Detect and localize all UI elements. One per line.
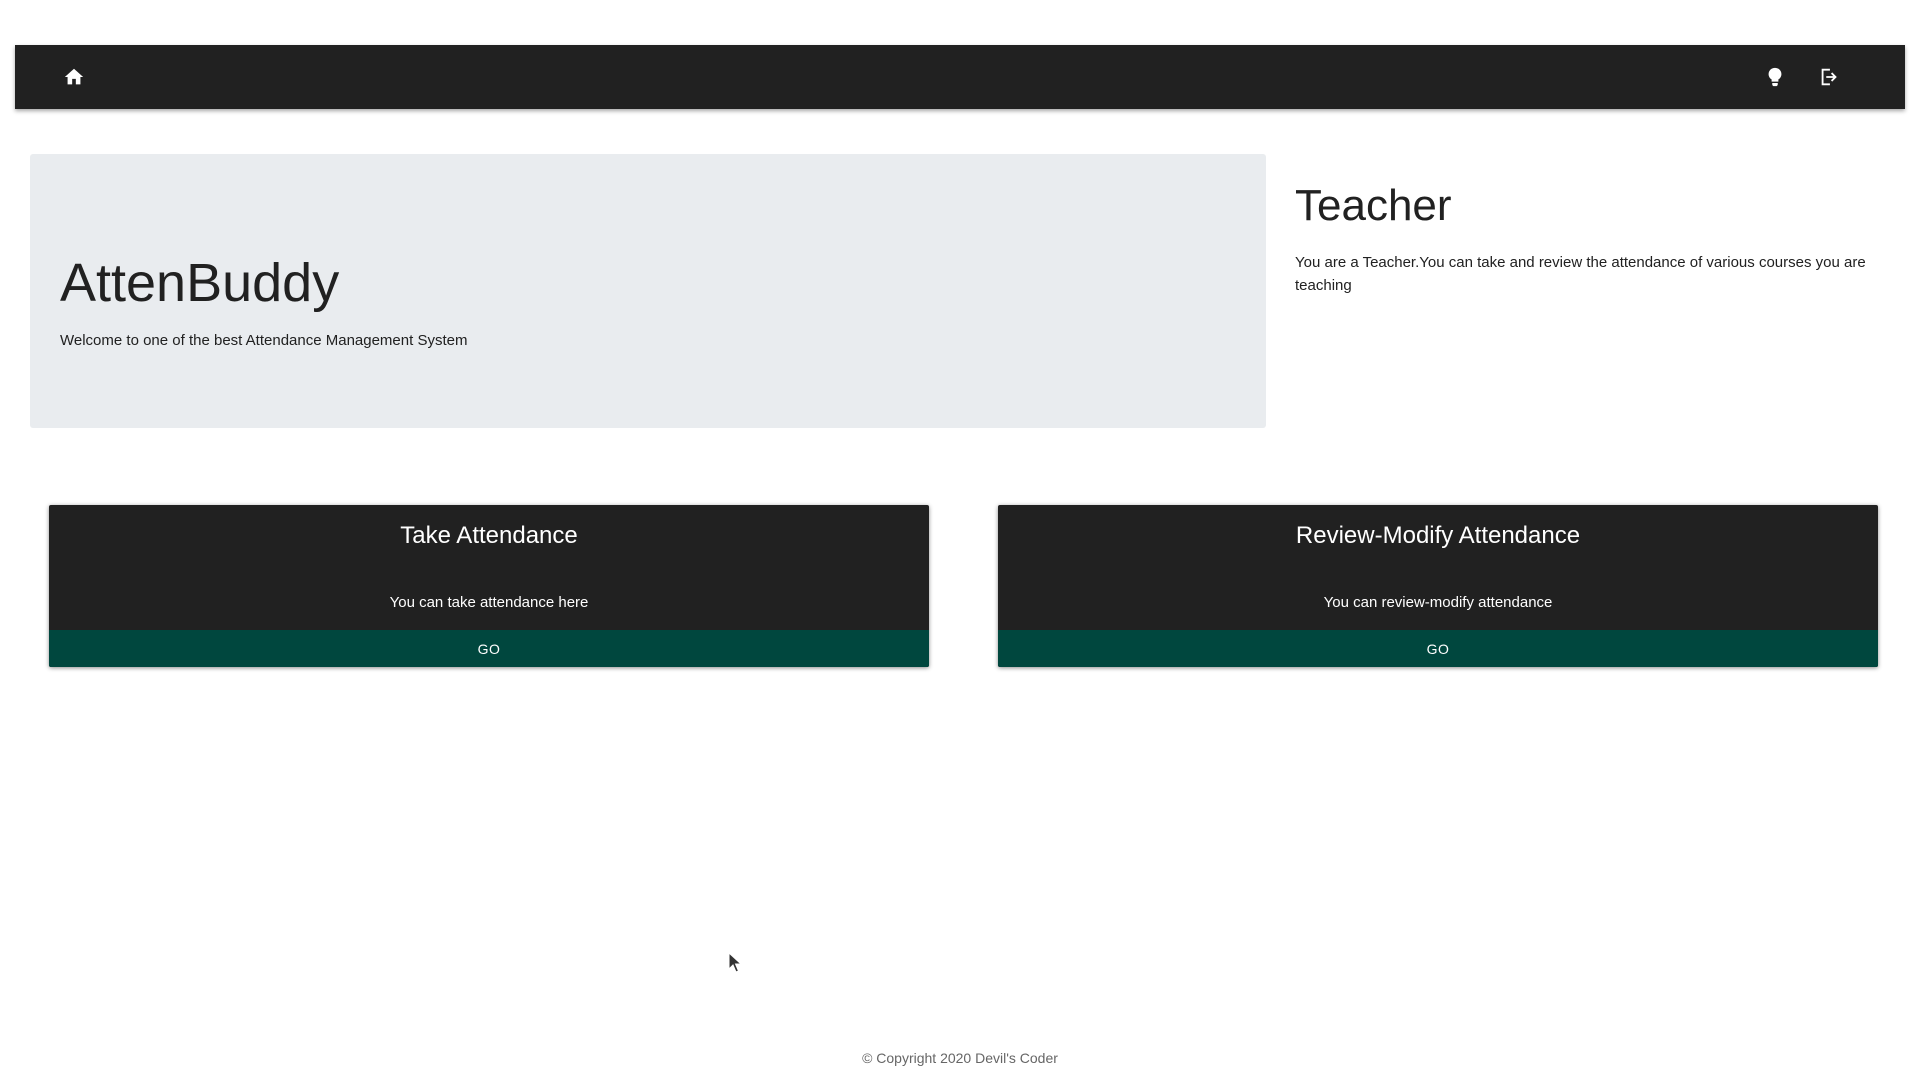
hero-jumbotron: AttenBuddy Welcome to one of the best At…: [30, 154, 1266, 428]
lightbulb-icon[interactable]: [1761, 63, 1789, 91]
mouse-cursor-icon: [728, 951, 743, 974]
card-text: You can review-modify attendance: [1323, 594, 1553, 611]
footer-copyright: © Copyright 2020 Devil's Coder: [862, 1050, 1058, 1066]
review-modify-attendance-card: Review-Modify Attendance You can review-…: [998, 505, 1878, 667]
review-modify-go-button[interactable]: GO: [998, 630, 1878, 667]
take-attendance-go-button[interactable]: GO: [49, 630, 929, 667]
card-title: Review-Modify Attendance: [1295, 522, 1581, 549]
card-text: You can take attendance here: [389, 594, 589, 611]
home-icon[interactable]: [60, 63, 88, 91]
app-title: AttenBuddy: [60, 253, 340, 313]
app-subtitle: Welcome to one of the best Attendance Ma…: [60, 332, 468, 349]
card-title: Take Attendance: [400, 522, 578, 549]
role-description: You are a Teacher.You can take and revie…: [1295, 253, 1866, 294]
logout-icon[interactable]: [1815, 63, 1843, 91]
take-attendance-card: Take Attendance You can take attendance …: [49, 505, 929, 667]
role-panel: Teacher You are a Teacher.You can take a…: [1295, 180, 1880, 297]
top-navbar: [15, 45, 1905, 109]
role-title: Teacher: [1295, 181, 1452, 230]
